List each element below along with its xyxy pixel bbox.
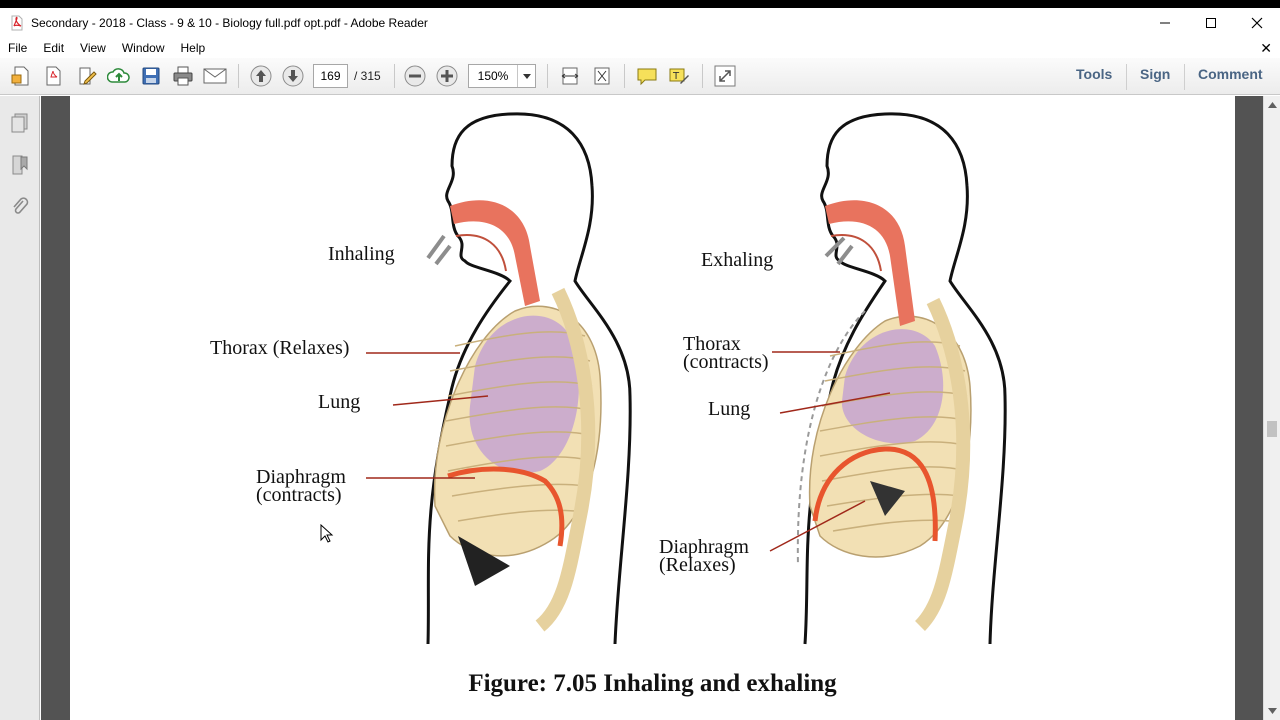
label-thorax-relaxes: Thorax (Relaxes) [210,337,350,359]
create-pdf-icon [11,66,29,86]
menu-bar: File Edit View Window Help ✕ [0,38,1280,58]
app-window: Secondary - 2018 - Class - 9 & 10 - Biol… [0,8,1280,720]
open-file-button[interactable] [40,63,66,89]
comment-button[interactable]: Comment [1198,66,1263,82]
toolbar-separator [394,64,395,88]
page-total: / 315 [354,69,381,83]
upload-cloud-icon [107,68,130,83]
window-title: Secondary - 2018 - Class - 9 & 10 - Biol… [31,16,428,30]
label-exhaling: Exhaling [701,249,774,271]
zoom-dropdown-button[interactable] [517,65,535,87]
zoom-in-button[interactable] [434,63,460,89]
menu-file[interactable]: File [0,41,35,55]
minimize-icon [1160,22,1170,24]
mouse-cursor-icon [320,524,334,543]
tools-button[interactable]: Tools [1076,66,1112,82]
zoom-out-button[interactable] [402,63,428,89]
document-view[interactable]: Inhaling Thorax (Relaxes) Lung Diaphragm… [41,96,1263,720]
edit-pdf-button[interactable] [74,63,100,89]
label-lung-left: Lung [318,391,361,413]
minimize-button[interactable] [1142,8,1188,38]
sign-button[interactable]: Sign [1140,66,1170,82]
menu-help[interactable]: Help [173,41,214,55]
print-icon [173,66,193,86]
print-button[interactable] [170,63,196,89]
full-screen-icon [714,65,736,87]
close-document-button[interactable]: ✕ [1260,40,1272,57]
zoom-value: 150% [477,69,509,83]
scroll-up-icon[interactable] [1268,102,1277,108]
menu-view[interactable]: View [72,41,114,55]
label-thorax-right-state: (contracts) [683,351,769,373]
fit-width-icon [561,67,579,85]
add-comment-button[interactable] [634,63,660,89]
svg-text:T: T [672,71,680,82]
close-window-button[interactable] [1234,8,1280,38]
page-number-input[interactable]: 169 [313,64,348,88]
full-screen-button[interactable] [712,63,738,89]
close-icon [1251,17,1263,29]
toolbar-separator [624,64,625,88]
maximize-button[interactable] [1188,8,1234,38]
vertical-scrollbar[interactable] [1263,96,1280,720]
label-diaphragm-right-state: (Relaxes) [659,554,736,576]
highlight-text-button[interactable]: T [666,63,692,89]
highlight-text-icon: T [669,68,689,84]
email-icon [203,68,227,84]
pdf-page: Inhaling Thorax (Relaxes) Lung Diaphragm… [70,96,1235,720]
title-bar: Secondary - 2018 - Class - 9 & 10 - Biol… [0,8,1280,38]
toolbar: 169 / 315 150% T Tools Sign Comment [0,58,1280,95]
toolbar-separator [547,64,548,88]
save-icon [142,67,160,85]
chevron-down-icon [522,73,531,79]
previous-page-button[interactable] [248,63,274,89]
inhaling-figure [366,112,632,645]
zoom-out-icon [404,65,426,87]
save-button[interactable] [138,63,164,89]
fit-width-button[interactable] [557,63,583,89]
attachments-icon[interactable] [9,196,31,218]
exhaling-figure [769,112,1007,645]
toolbar-separator [238,64,239,88]
label-lung-right: Lung [708,398,751,420]
bookmarks-icon[interactable] [9,154,31,176]
label-diaphragm-left-state: (contracts) [256,484,342,506]
zoom-in-icon [436,65,458,87]
upload-button[interactable] [106,63,132,89]
next-page-icon [282,65,304,87]
email-button[interactable] [202,63,228,89]
toolbar-separator [1184,64,1185,90]
sticky-note-icon [637,68,657,86]
fit-page-button[interactable] [589,63,615,89]
edit-pdf-icon [79,67,97,85]
toolbar-separator [702,64,703,88]
navigation-pane [0,96,40,720]
toolbar-separator [1126,64,1127,90]
adobe-reader-app-icon [11,15,23,31]
scroll-down-icon[interactable] [1268,708,1277,714]
next-page-button[interactable] [280,63,306,89]
page-thumbnails-icon[interactable] [9,112,31,134]
create-pdf-button[interactable] [8,63,34,89]
open-icon [46,66,61,86]
menu-window[interactable]: Window [114,41,173,55]
breathing-illustration [366,112,1007,645]
menu-edit[interactable]: Edit [35,41,72,55]
airway [450,200,540,306]
previous-page-icon [250,65,272,87]
fit-page-icon [594,67,610,85]
figure-caption: Figure: 7.05 Inhaling and exhaling [468,670,837,697]
maximize-icon [1206,18,1216,28]
label-inhaling: Inhaling [328,243,395,265]
scrollbar-thumb[interactable] [1267,421,1277,437]
zoom-select[interactable]: 150% [468,64,536,88]
